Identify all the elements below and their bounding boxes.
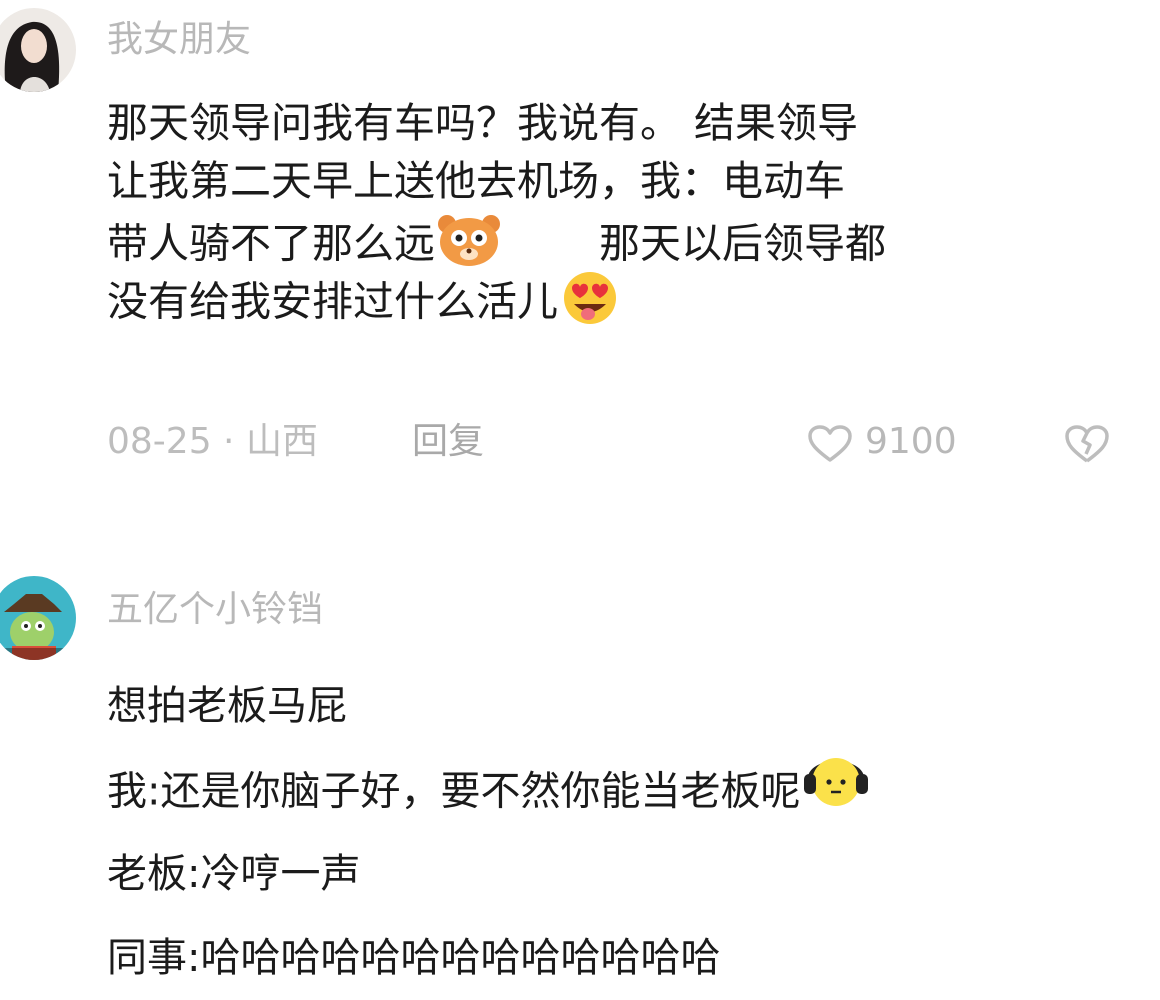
username[interactable]: 我女朋友 bbox=[107, 20, 251, 60]
like-count: 9100 bbox=[865, 421, 957, 462]
comment-line: 带人骑不了那么远 那天以后领导都 bbox=[107, 210, 886, 268]
comment-line: 老板:冷哼一声 bbox=[107, 851, 361, 897]
comment-line: 想拍老板马屁 bbox=[107, 683, 347, 729]
comment-line: 让我第二天早上送他去机场，我：电动车 bbox=[107, 157, 845, 205]
comment-line: 同事:哈哈哈哈哈哈哈哈哈哈哈哈哈 bbox=[107, 935, 721, 981]
comment-meta: 08-25 · 山西 回复 9100 bbox=[107, 420, 1127, 464]
comment-line: 我:还是你脑子好，要不然你能当老板呢 bbox=[107, 748, 872, 832]
cartoon-avatar-icon bbox=[0, 576, 76, 660]
comment-line: 没有给我安排过什么活儿 bbox=[107, 268, 886, 326]
comment-item: 我女朋友 那天领导问我有车吗？我说有。 结果领导 让我第二天早上送他去机场，我：… bbox=[0, 0, 1160, 480]
heart-eyes-tongue-icon bbox=[558, 268, 622, 341]
comment-text: 想拍老板马屁 我:还是你脑子好，要不然你能当老板呢 老板:冷哼一声 同事:哈哈哈… bbox=[107, 664, 872, 1000]
user-avatar[interactable] bbox=[0, 576, 76, 660]
headphones-face-icon bbox=[800, 748, 872, 839]
heart-icon bbox=[807, 425, 853, 474]
portrait-avatar-icon bbox=[0, 8, 76, 92]
broken-heart-icon bbox=[1064, 424, 1110, 475]
user-avatar[interactable] bbox=[0, 8, 76, 92]
comment-text: 那天领导问我有车吗？我说有。 结果领导 让我第二天早上送他去机场，我：电动车 带… bbox=[107, 94, 886, 326]
comment-date-location: 08-25 · 山西 bbox=[107, 421, 318, 462]
comment-line: 那天领导问我有车吗？我说有。 结果领导 bbox=[107, 99, 859, 147]
comment-item: 五亿个小铃铛 想拍老板马屁 我:还是你脑子好，要不然你能当老板呢 老板:冷哼一声… bbox=[0, 560, 1160, 981]
username[interactable]: 五亿个小铃铛 bbox=[107, 590, 323, 630]
reply-button[interactable]: 回复 bbox=[412, 420, 484, 464]
